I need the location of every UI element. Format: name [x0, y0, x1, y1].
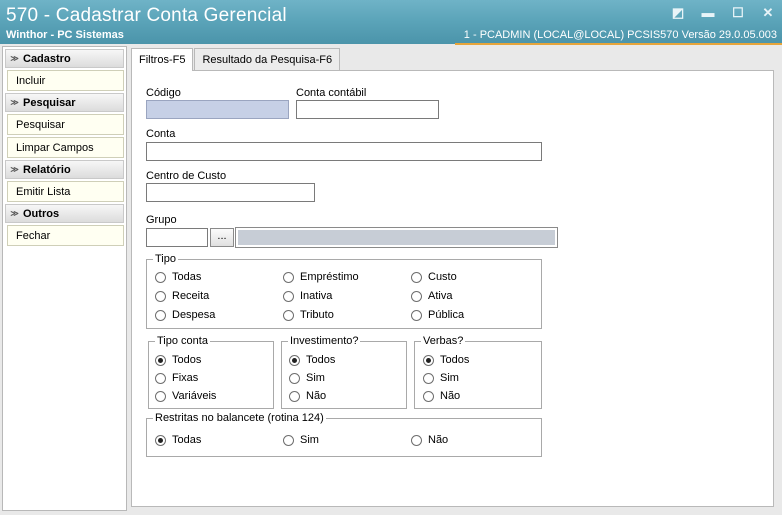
title-bar: 570 - Cadastrar Conta Gerencial Winthor …: [0, 0, 782, 45]
tab-filtros[interactable]: Filtros-F5: [131, 48, 194, 71]
section-cadastro[interactable]: ≫ Cadastro: [5, 49, 124, 68]
window-subtitle: Winthor - PC Sistemas: [6, 29, 124, 41]
sidebar: ≫ Cadastro Incluir ≫ Pesquisar Pesquisar…: [2, 46, 127, 511]
tipo-publica-radio[interactable]: Pública: [411, 309, 464, 321]
chevron-up-icon: ≫: [10, 98, 19, 107]
investimento-todos-radio[interactable]: Todos: [289, 354, 335, 366]
tipo-conta-legend: Tipo conta: [157, 335, 208, 347]
investimento-nao-radio[interactable]: Não: [289, 390, 326, 402]
restore-icon[interactable]: ◩: [670, 5, 686, 21]
minimize-icon[interactable]: ▬: [700, 5, 716, 21]
verbas-nao-radio[interactable]: Não: [423, 390, 460, 402]
tipo-despesa-radio[interactable]: Despesa: [155, 309, 215, 321]
chevron-up-icon: ≫: [10, 54, 19, 63]
grupo-input[interactable]: [146, 228, 208, 247]
codigo-label: Código: [146, 87, 181, 99]
section-pesquisar[interactable]: ≫ Pesquisar: [5, 93, 124, 112]
tab-resultado-pesquisa[interactable]: Resultado da Pesquisa-F6: [194, 48, 341, 70]
button-label: Fechar: [16, 229, 51, 242]
restritas-sim-radio[interactable]: Sim: [283, 434, 319, 446]
incluir-button[interactable]: Incluir: [7, 70, 124, 91]
maximize-icon[interactable]: ☐: [730, 5, 746, 21]
tipo-receita-radio[interactable]: Receita: [155, 290, 209, 302]
chevron-up-icon: ≫: [10, 165, 19, 174]
tipo-custo-radio[interactable]: Custo: [411, 271, 457, 283]
restritas-group: Restritas no balancete (rotina 124): [146, 413, 542, 457]
tipo-conta-variaveis-radio[interactable]: Variáveis: [155, 390, 216, 402]
tipo-legend: Tipo: [155, 253, 176, 265]
verbas-legend: Verbas?: [423, 335, 464, 347]
session-info: 1 - PCADMIN (LOCAL@LOCAL) PCSIS570 Versã…: [463, 29, 777, 41]
button-label: Emitir Lista: [16, 185, 71, 198]
tipo-todas-radio[interactable]: Todas: [155, 271, 201, 283]
tipo-ativa-radio[interactable]: Ativa: [411, 290, 452, 302]
section-outros[interactable]: ≫ Outros: [5, 204, 124, 223]
investimento-sim-radio[interactable]: Sim: [289, 372, 325, 384]
tipo-conta-fixas-radio[interactable]: Fixas: [155, 372, 198, 384]
restritas-todas-radio[interactable]: Todas: [155, 434, 201, 446]
section-title: Pesquisar: [23, 96, 76, 109]
session-underline: [455, 43, 782, 45]
grupo-description-field: [238, 230, 555, 245]
grupo-desc-frame: [235, 227, 558, 248]
codigo-input[interactable]: [146, 100, 289, 119]
restritas-legend: Restritas no balancete (rotina 124): [155, 412, 324, 424]
section-title: Relatório: [23, 163, 71, 176]
button-label: Incluir: [16, 74, 46, 87]
conta-contabil-input[interactable]: [296, 100, 439, 119]
restritas-nao-radio[interactable]: Não: [411, 434, 448, 446]
filter-form: Código Conta contábil Conta Centro de Cu…: [131, 70, 774, 507]
tipo-conta-todos-radio[interactable]: Todos: [155, 354, 201, 366]
tipo-tributo-radio[interactable]: Tributo: [283, 309, 334, 321]
close-icon[interactable]: ✕: [760, 5, 776, 21]
centro-custo-input[interactable]: [146, 183, 315, 202]
pesquisar-button[interactable]: Pesquisar: [7, 114, 124, 135]
chevron-up-icon: ≫: [10, 209, 19, 218]
grupo-label: Grupo: [146, 214, 177, 226]
verbas-todos-radio[interactable]: Todos: [423, 354, 469, 366]
emitir-lista-button[interactable]: Emitir Lista: [7, 181, 124, 202]
investimento-legend: Investimento?: [290, 335, 359, 347]
section-relatorio[interactable]: ≫ Relatório: [5, 160, 124, 179]
grupo-lookup-button[interactable]: ...: [210, 228, 234, 247]
button-label: Limpar Campos: [16, 141, 94, 154]
section-title: Cadastro: [23, 52, 71, 65]
tipo-emprestimo-radio[interactable]: Empréstimo: [283, 271, 359, 283]
tab-bar: Filtros-F5 Resultado da Pesquisa-F6: [131, 48, 341, 71]
conta-input[interactable]: [146, 142, 542, 161]
centro-custo-label: Centro de Custo: [146, 170, 227, 182]
main-panel: Filtros-F5 Resultado da Pesquisa-F6 Códi…: [129, 46, 780, 511]
section-title: Outros: [23, 207, 60, 220]
window-title: 570 - Cadastrar Conta Gerencial: [6, 5, 287, 26]
limpar-campos-button[interactable]: Limpar Campos: [7, 137, 124, 158]
conta-label: Conta: [146, 128, 176, 140]
button-label: Pesquisar: [16, 118, 65, 131]
tipo-inativa-radio[interactable]: Inativa: [283, 290, 332, 302]
window-controls: ◩ ▬ ☐ ✕: [670, 5, 776, 21]
conta-contabil-label: Conta contábil: [296, 87, 367, 99]
verbas-sim-radio[interactable]: Sim: [423, 372, 459, 384]
fechar-button[interactable]: Fechar: [7, 225, 124, 246]
